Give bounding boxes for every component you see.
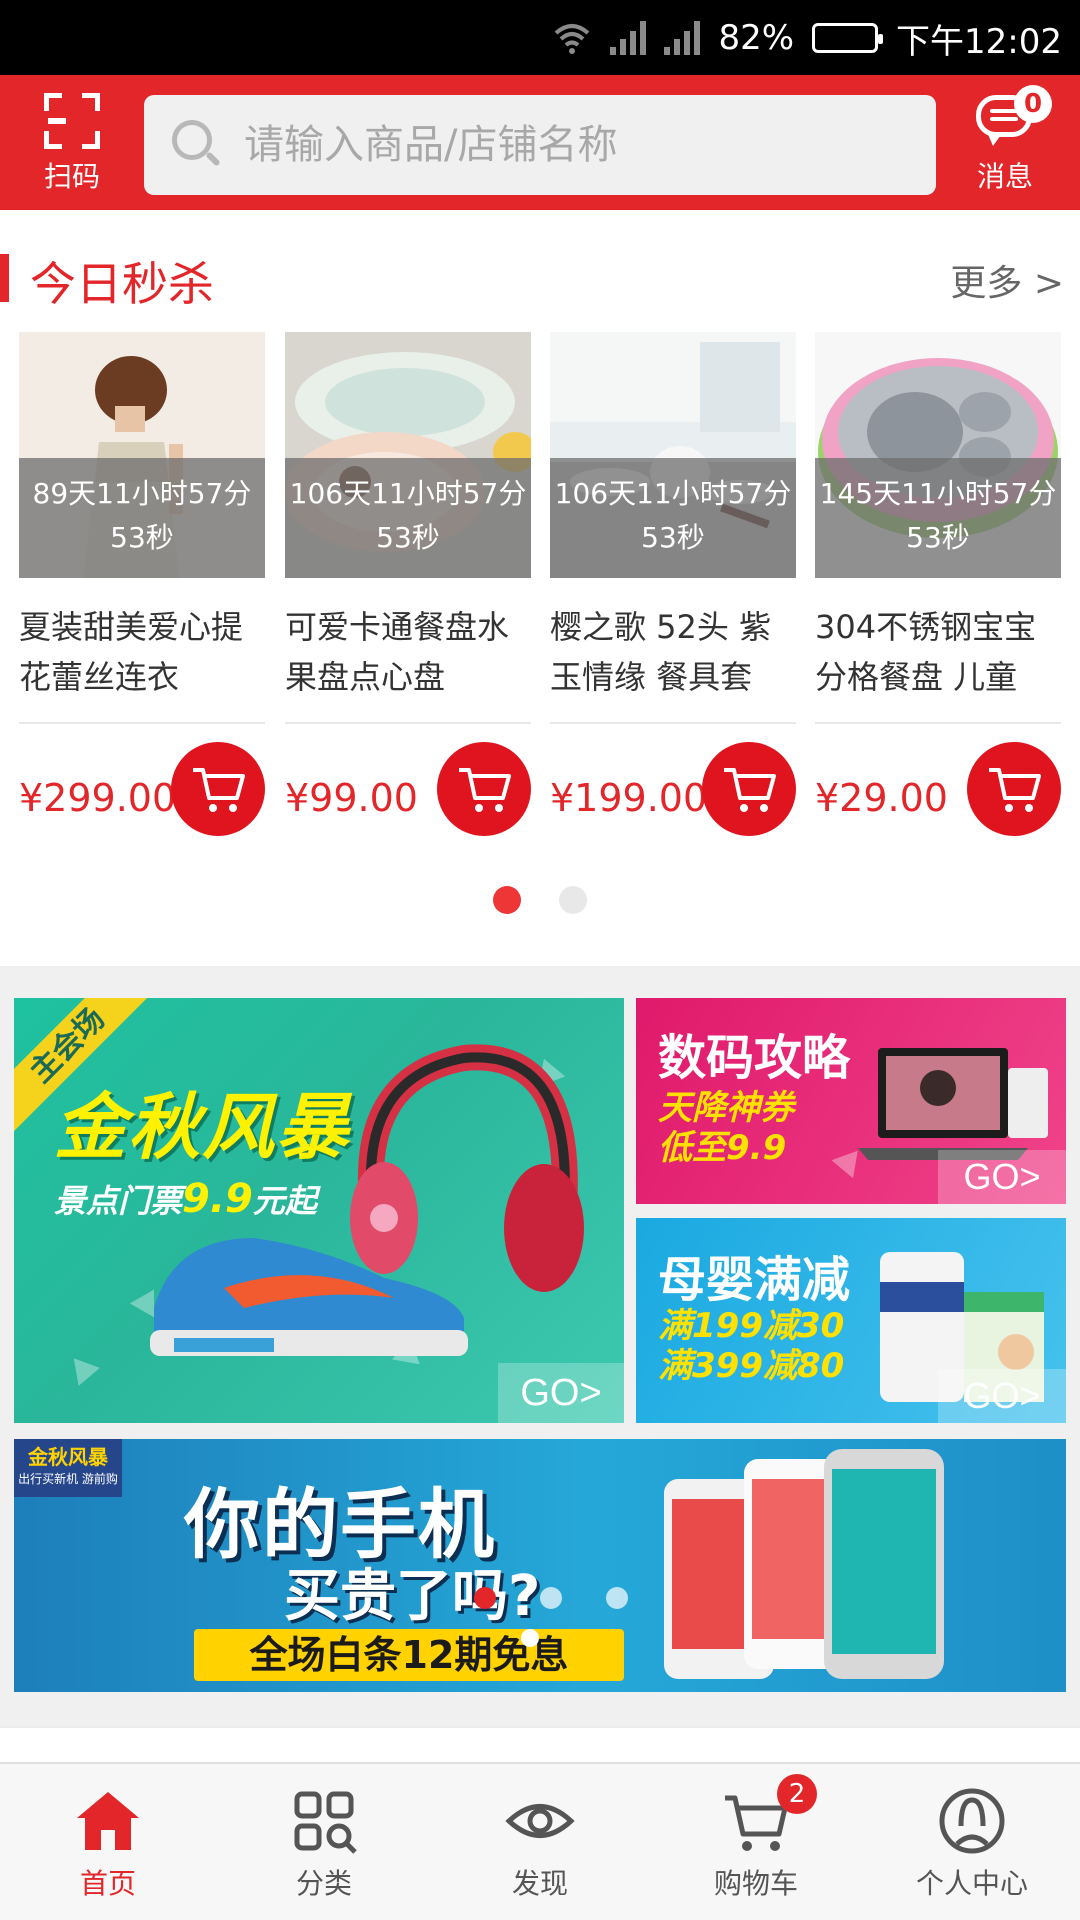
tab-label: 分类	[295, 1867, 352, 1900]
product-name: 夏装甜美爱心提花蕾丝连衣	[19, 608, 244, 696]
product-price: ¥29.00	[815, 776, 948, 820]
product-card[interactable]: 106天11小时57分53秒 可爱卡通餐盘水果盘点心盘 ¥99.00	[285, 332, 531, 852]
phone-promo-banner[interactable]: 金秋风暴 出行买新机 游前购 你的手机 买贵了吗? 全场白条12期免息	[14, 1439, 1066, 1692]
product-image[interactable]: 145天11小时57分53秒	[815, 332, 1061, 578]
countdown-timer: 89天11小时57分53秒	[19, 458, 265, 578]
section-divider	[0, 1726, 1080, 1762]
product-name: 樱之歌 52头 紫玉情缘 餐具套	[550, 608, 772, 696]
signal-icon	[664, 21, 701, 55]
message-badge: 0	[1014, 85, 1052, 123]
top-header: 扫码 0 消息	[0, 75, 1080, 210]
add-to-cart-button[interactable]	[702, 742, 796, 836]
product-image[interactable]: 89天11小时57分53秒	[19, 332, 265, 578]
scan-button[interactable]: 扫码	[22, 85, 122, 205]
battery-percent: 82%	[718, 18, 795, 58]
cart-icon	[724, 768, 776, 812]
product-image[interactable]: 106天11小时57分53秒	[285, 332, 531, 578]
tab-category[interactable]: 分类	[216, 1764, 432, 1920]
campaign-tag: 金秋风暴 出行买新机 游前购	[14, 1439, 122, 1497]
banner-carousel-indicator	[474, 1587, 628, 1609]
product-price: ¥99.00	[285, 776, 418, 820]
search-input[interactable]	[244, 122, 894, 168]
product-image[interactable]: 106天11小时57分53秒	[550, 332, 796, 578]
sneaker-image	[150, 1238, 468, 1356]
product-card[interactable]: 145天11小时57分53秒 304不锈钢宝宝分格餐盘 儿童 ¥29.00	[815, 332, 1061, 852]
banner-title: 金秋风暴	[54, 1085, 351, 1169]
carousel-indicator	[0, 886, 1080, 916]
home-icon	[77, 1792, 139, 1850]
tab-label: 个人中心	[915, 1867, 1028, 1900]
user-icon	[939, 1788, 1005, 1854]
divider	[285, 722, 531, 724]
countdown-timer: 145天11小时57分53秒	[815, 458, 1061, 578]
clock: 下午12:02	[896, 21, 1062, 62]
mother-baby-banner[interactable]: 母婴满减 满199减30 满399减80 GO>	[636, 1218, 1066, 1423]
bottom-tab-bar: 首页 分类 发现 2 购物车 个人中心	[0, 1762, 1080, 1920]
tab-label: 发现	[511, 1867, 568, 1900]
indicator-dot[interactable]	[474, 1587, 496, 1609]
add-to-cart-button[interactable]	[437, 742, 531, 836]
message-label: 消息	[976, 160, 1033, 193]
product-card[interactable]: 106天11小时57分53秒 樱之歌 52头 紫玉情缘 餐具套 ¥199.00	[550, 332, 796, 852]
indicator-dot[interactable]	[606, 1587, 628, 1609]
search-bar[interactable]	[144, 95, 936, 195]
banner-offer: 全场白条12期免息	[194, 1629, 624, 1681]
countdown-timer: 106天11小时57分53秒	[285, 458, 531, 578]
cart-count-badge: 2	[777, 1774, 817, 1814]
banner-title: 数码攻略	[658, 1030, 851, 1086]
tab-profile[interactable]: 个人中心	[864, 1764, 1080, 1920]
go-button[interactable]: GO>	[498, 1363, 624, 1423]
banner-subtitle: 天降神券 低至9.9	[658, 1088, 794, 1168]
scan-label: 扫码	[43, 160, 100, 193]
cart-icon	[459, 768, 511, 812]
countdown-timer: 106天11小时57分53秒	[550, 458, 796, 578]
indicator-dot[interactable]	[540, 1587, 562, 1609]
battery-icon	[812, 23, 884, 53]
wifi-icon	[555, 24, 590, 54]
cart-icon	[193, 768, 245, 812]
section-accent-bar	[0, 254, 9, 302]
product-name: 可爱卡通餐盘水果盘点心盘	[285, 608, 510, 696]
flash-sale-section: 今日秒杀 更多 > 89天11小时57分53秒 夏装甜美爱心提花蕾丝连衣 ¥29…	[0, 210, 1080, 966]
digital-banner[interactable]: 数码攻略 天降神券 低至9.9 GO>	[636, 998, 1066, 1204]
more-link[interactable]: 更多 >	[950, 254, 1064, 306]
tab-discover[interactable]: 发现	[432, 1764, 648, 1920]
product-price: ¥299.00	[19, 776, 177, 820]
tab-home[interactable]: 首页	[0, 1764, 216, 1920]
message-button[interactable]: 0 消息	[950, 83, 1060, 207]
flash-sale-title: 今日秒杀	[30, 257, 214, 311]
eye-icon	[505, 1804, 575, 1838]
divider	[550, 722, 796, 724]
scan-icon	[44, 93, 100, 149]
indicator-dot[interactable]	[521, 1629, 539, 1647]
tab-label: 首页	[79, 1867, 136, 1900]
product-price: ¥199.00	[550, 776, 708, 820]
main-venue-banner[interactable]: 主会场 金秋风暴 景点门票9.9元起 GO>	[14, 998, 624, 1423]
status-bar: 82% 下午12:02	[0, 0, 1080, 75]
tab-cart[interactable]: 2 购物车	[648, 1764, 864, 1920]
phones-image	[664, 1449, 944, 1679]
go-button[interactable]: GO>	[938, 1369, 1066, 1423]
search-icon	[172, 120, 222, 170]
divider	[815, 722, 1061, 724]
tab-label: 购物车	[713, 1867, 798, 1900]
indicator-dot[interactable]	[559, 886, 587, 914]
add-to-cart-button[interactable]	[967, 742, 1061, 836]
divider	[19, 722, 265, 724]
banner-title: 母婴满减	[658, 1252, 851, 1308]
category-icon	[294, 1791, 357, 1854]
promo-banners: 主会场 金秋风暴 景点门票9.9元起 GO> 数码攻略 天降神券 低至9.9 G…	[0, 966, 1080, 1726]
product-name: 304不锈钢宝宝分格餐盘 儿童	[815, 608, 1037, 696]
go-button[interactable]: GO>	[938, 1150, 1066, 1204]
add-to-cart-button[interactable]	[171, 742, 265, 836]
cart-icon	[989, 768, 1041, 812]
product-card[interactable]: 89天11小时57分53秒 夏装甜美爱心提花蕾丝连衣 ¥299.00	[19, 332, 265, 852]
banner-subtitle: 满199减30 满399减80	[658, 1306, 845, 1386]
indicator-dot[interactable]	[493, 886, 521, 914]
signal-icon	[610, 21, 647, 55]
